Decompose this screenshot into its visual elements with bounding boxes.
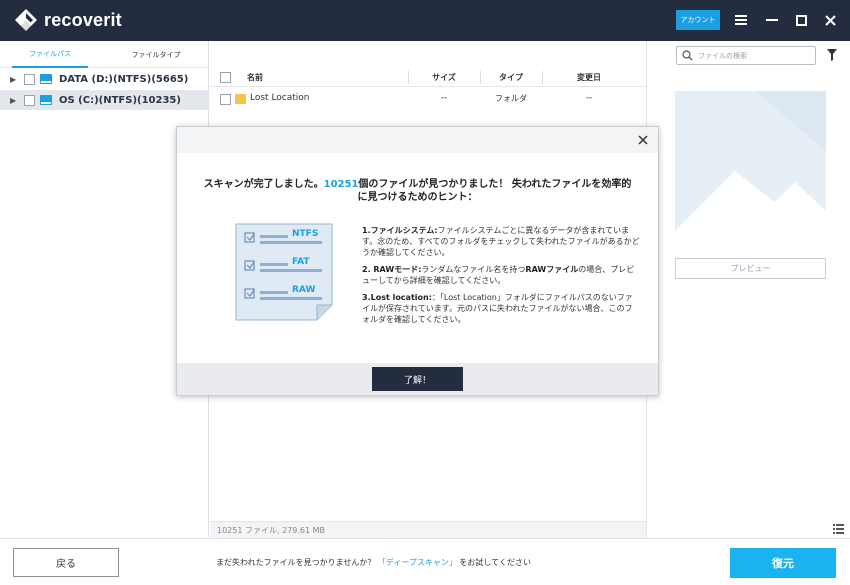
recoverit-logo-icon [14, 8, 38, 32]
file-type: フォルダ [495, 94, 527, 103]
row-checkbox[interactable] [220, 94, 231, 105]
hard-drive-icon [40, 95, 52, 105]
tip-raw-mode: 2. RAWモード:ランダムなファイル名を持つRAWファイルの場合、プレビューし… [362, 264, 640, 286]
dialog-title-text: 個のファイルが見つかりました！ 失われたファイルを効率的 [358, 179, 632, 190]
table-row[interactable]: Lost Location -- フォルダ -- [210, 88, 646, 110]
bottom-bar: 戻る まだ失われたファイルを見つかりませんか？ 「ディープスキャン」 をお試して… [0, 538, 850, 585]
column-type[interactable]: タイプ [482, 68, 540, 87]
column-size[interactable]: サイズ [410, 68, 478, 87]
right-panel: ファイルの検索 プレビュー [646, 41, 850, 537]
dialog-header [177, 127, 658, 153]
file-list-header: 名前 サイズ タイプ 変更日 [210, 68, 646, 87]
search-input[interactable]: ファイルの検索 [676, 46, 816, 65]
drive-checkbox[interactable] [24, 94, 35, 106]
search-icon [682, 50, 693, 64]
drive-item-os[interactable]: ▶ OS (C:)(NTFS)(10235) [0, 90, 209, 110]
dialog-title-text: スキャンが完了しました。 [203, 179, 324, 190]
folder-icon [235, 94, 246, 104]
recover-button[interactable]: 復元 [730, 548, 836, 578]
list-view-icon[interactable] [833, 524, 844, 538]
tip-heading: 3.Lost location: [362, 293, 432, 302]
tip-lost-location: 3.Lost location:：「Lost Location」フォルダにファイ… [362, 292, 640, 325]
file-count-status: 10251 ファイル, 279.61 MB [217, 526, 326, 535]
preview-thumbnail [675, 91, 826, 242]
ok-button[interactable]: 了解！ [372, 367, 463, 391]
dialog-title: スキャンが完了しました。10251個のファイルが見つかりました！ 失われたファイ… [197, 178, 638, 204]
app-name: recoverit [44, 9, 122, 30]
search-placeholder: ファイルの検索 [698, 52, 747, 60]
deep-scan-hint: まだ失われたファイルを見つかりませんか？ 「ディープスキャン」 をお試してくださ… [216, 557, 531, 568]
tab-file-path[interactable]: ファイルパス [12, 41, 88, 68]
tip-body: ランダムなファイル名を持つ [421, 265, 526, 274]
menu-icon[interactable] [733, 12, 749, 28]
status-bar: 10251 ファイル, 279.61 MB [210, 521, 817, 538]
expand-caret-icon[interactable]: ▶ [10, 96, 20, 105]
filter-icon[interactable] [827, 49, 837, 64]
minimize-icon[interactable] [764, 12, 780, 28]
file-system-illustration: NTFS FAT RAW [235, 223, 333, 321]
account-button[interactable]: アカウント [676, 10, 720, 30]
hint-text: まだ失われたファイルを見つかりませんか？ [216, 558, 376, 567]
tip-heading: 2. RAWモード: [362, 265, 422, 274]
tip-heading: 1.ファイルシステム: [362, 226, 438, 235]
column-divider [480, 71, 481, 84]
dialog-footer: 了解！ [177, 363, 658, 395]
drive-label: DATA (D:)(NTFS)(5665) [59, 73, 189, 85]
expand-caret-icon[interactable]: ▶ [10, 75, 20, 84]
illus-label-fat: FAT [292, 257, 310, 267]
back-button[interactable]: 戻る [13, 548, 119, 577]
column-modified[interactable]: 変更日 [544, 68, 634, 87]
drive-checkbox[interactable] [24, 73, 35, 85]
tab-file-type[interactable]: ファイルタイプ [118, 41, 194, 68]
tip-file-system: 1.ファイルシステム:ファイルシステムごとに異なるデータが含まれています。念のた… [362, 225, 640, 258]
dialog-title-line2: に見つけるためのヒント： [357, 192, 478, 203]
hint-text-suffix: をお試してください [459, 558, 531, 567]
app-logo: recoverit [14, 8, 122, 32]
select-all-checkbox[interactable] [220, 72, 231, 83]
location-tabs: ファイルパス ファイルタイプ [0, 41, 209, 68]
deep-scan-link[interactable]: 「ディープスキャン」 [378, 558, 457, 567]
drive-item-data[interactable]: ▶ DATA (D:)(NTFS)(5665) [0, 69, 209, 89]
tip-body-bold: RAWファイル [525, 265, 579, 274]
illus-label-ntfs: NTFS [292, 229, 319, 239]
dialog-close-icon[interactable] [636, 133, 650, 147]
scan-complete-dialog: スキャンが完了しました。10251個のファイルが見つかりました！ 失われたファイ… [176, 126, 659, 396]
column-divider [408, 71, 409, 84]
file-count: 10251 [323, 179, 359, 190]
title-bar: recoverit アカウント [0, 0, 850, 41]
maximize-icon[interactable] [793, 12, 809, 28]
hard-drive-icon [40, 74, 52, 84]
file-modified: -- [585, 93, 593, 103]
column-divider [542, 71, 543, 84]
column-name[interactable]: 名前 [240, 68, 270, 87]
illus-label-raw: RAW [292, 285, 316, 295]
close-icon[interactable] [822, 12, 838, 28]
file-name: Lost Location [250, 93, 310, 103]
drive-label: OS (C:)(NTFS)(10235) [59, 94, 181, 106]
preview-button[interactable]: プレビュー [675, 258, 826, 279]
file-size: -- [440, 93, 448, 103]
tips-list: 1.ファイルシステム:ファイルシステムごとに異なるデータが含まれています。念のた… [362, 225, 640, 331]
